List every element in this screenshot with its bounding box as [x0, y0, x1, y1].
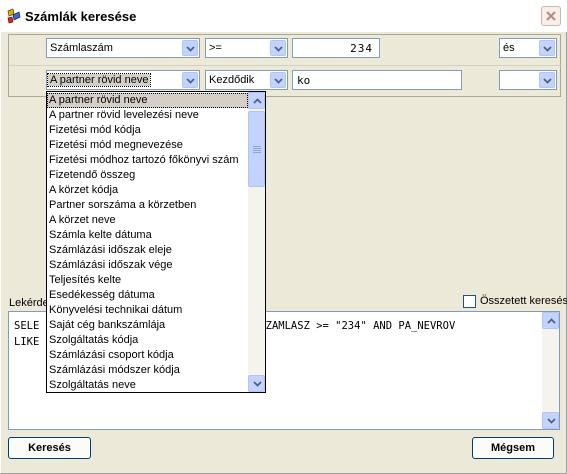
search-button[interactable]: Keresés — [8, 437, 91, 459]
row1-connector-value: és — [503, 42, 515, 54]
row2-operator-value: Kezdődik — [209, 74, 255, 86]
chevron-up-icon — [253, 98, 262, 104]
query-line1-left: SELE — [14, 320, 40, 332]
field-dropdown-options: A partner rövid neve A partner rövid leve… — [47, 93, 248, 393]
scroll-down-button[interactable] — [542, 412, 559, 429]
row2-connector-select[interactable] — [499, 70, 557, 90]
close-icon — [546, 11, 556, 21]
checkbox-box[interactable] — [463, 295, 476, 308]
dropdown-option[interactable]: Szolgáltatás kódja — [47, 333, 248, 348]
dropdown-scroll-down-button[interactable] — [248, 375, 265, 392]
dropdown-scrollbar[interactable] — [248, 92, 265, 392]
row2-field-value: A partner rövid neve — [46, 73, 152, 87]
chevron-down-icon — [547, 418, 556, 424]
composite-search-label: Összetett keresés — [480, 295, 567, 307]
dropdown-option[interactable]: Számlázási időszak vége — [47, 258, 248, 273]
row1-value-text: 234 — [350, 42, 373, 55]
dropdown-option[interactable]: Esedékesség dátuma — [47, 288, 248, 303]
dropdown-option[interactable]: Számla kelte dátuma — [47, 228, 248, 243]
query-line1-right: SZAMLASZ >= "234" AND PA_NEVROV — [259, 320, 456, 332]
dropdown-scroll-thumb[interactable] — [248, 111, 265, 187]
dropdown-option[interactable]: A körzet neve — [47, 213, 248, 228]
app-icon — [6, 8, 22, 24]
close-button[interactable] — [541, 6, 561, 26]
row-divider — [9, 65, 562, 66]
chevron-down-icon[interactable] — [270, 72, 286, 88]
dropdown-scroll-up-button[interactable] — [248, 92, 265, 109]
dropdown-option[interactable]: A partner rövid neve — [47, 93, 248, 108]
dropdown-option[interactable]: Saját cég bankszámlája — [47, 318, 248, 333]
chevron-down-icon[interactable] — [539, 40, 555, 56]
query-scrollbar[interactable] — [542, 312, 559, 429]
field-dropdown-list[interactable]: A partner rövid neve A partner rövid leve… — [46, 91, 266, 393]
query-line2-left: LIKE — [14, 336, 40, 348]
query-label: Lekérde — [9, 297, 49, 309]
row1-field-select[interactable]: Számlaszám — [46, 38, 200, 58]
row2-value-text: ko — [297, 74, 311, 87]
dropdown-option[interactable]: Teljesítés kelte — [47, 273, 248, 288]
chevron-down-icon[interactable] — [539, 72, 555, 88]
window-title: Számlák keresése — [25, 9, 137, 24]
dropdown-option[interactable]: A partner rövid levelezési neve — [47, 108, 248, 123]
dropdown-option[interactable]: Könyvelési technikai dátum — [47, 303, 248, 318]
cancel-button[interactable]: Mégsem — [472, 437, 554, 459]
dropdown-option[interactable]: Fizetési módhoz tartozó főkönyvi szám — [47, 153, 248, 168]
row1-value-input[interactable]: 234 — [292, 38, 380, 58]
row2-field-select[interactable]: A partner rövid neve — [46, 70, 200, 90]
row2-value-input[interactable]: ko — [292, 70, 462, 90]
dropdown-option[interactable]: Fizetendő összeg — [47, 168, 248, 183]
chevron-down-icon[interactable] — [270, 40, 286, 56]
dropdown-option[interactable]: Számlázási csoport kódja — [47, 348, 248, 363]
chevron-up-icon — [547, 318, 556, 324]
row1-field-value: Számlaszám — [50, 42, 113, 54]
row1-operator-select[interactable]: >= — [205, 38, 288, 58]
dropdown-option[interactable]: Fizetési mód megnevezése — [47, 138, 248, 153]
chevron-down-icon[interactable] — [182, 72, 198, 88]
dropdown-option[interactable]: Számlázási módszer kódja — [47, 363, 248, 378]
row1-operator-value: >= — [209, 42, 222, 54]
row1-connector-select[interactable]: és — [499, 38, 557, 58]
title-bar: Számlák keresése — [0, 0, 567, 32]
dropdown-option[interactable]: Partner sorszáma a körzetben — [47, 198, 248, 213]
chevron-down-icon — [253, 381, 262, 387]
scroll-up-button[interactable] — [542, 312, 559, 329]
row2-operator-select[interactable]: Kezdődik — [205, 70, 288, 90]
chevron-down-icon[interactable] — [182, 40, 198, 56]
dropdown-option[interactable]: A körzet kódja — [47, 183, 248, 198]
dropdown-option[interactable]: Szolgáltatás neve — [47, 378, 248, 393]
dropdown-option[interactable]: Fizetési mód kódja — [47, 123, 248, 138]
dropdown-option[interactable]: Számlázási időszak eleje — [47, 243, 248, 258]
